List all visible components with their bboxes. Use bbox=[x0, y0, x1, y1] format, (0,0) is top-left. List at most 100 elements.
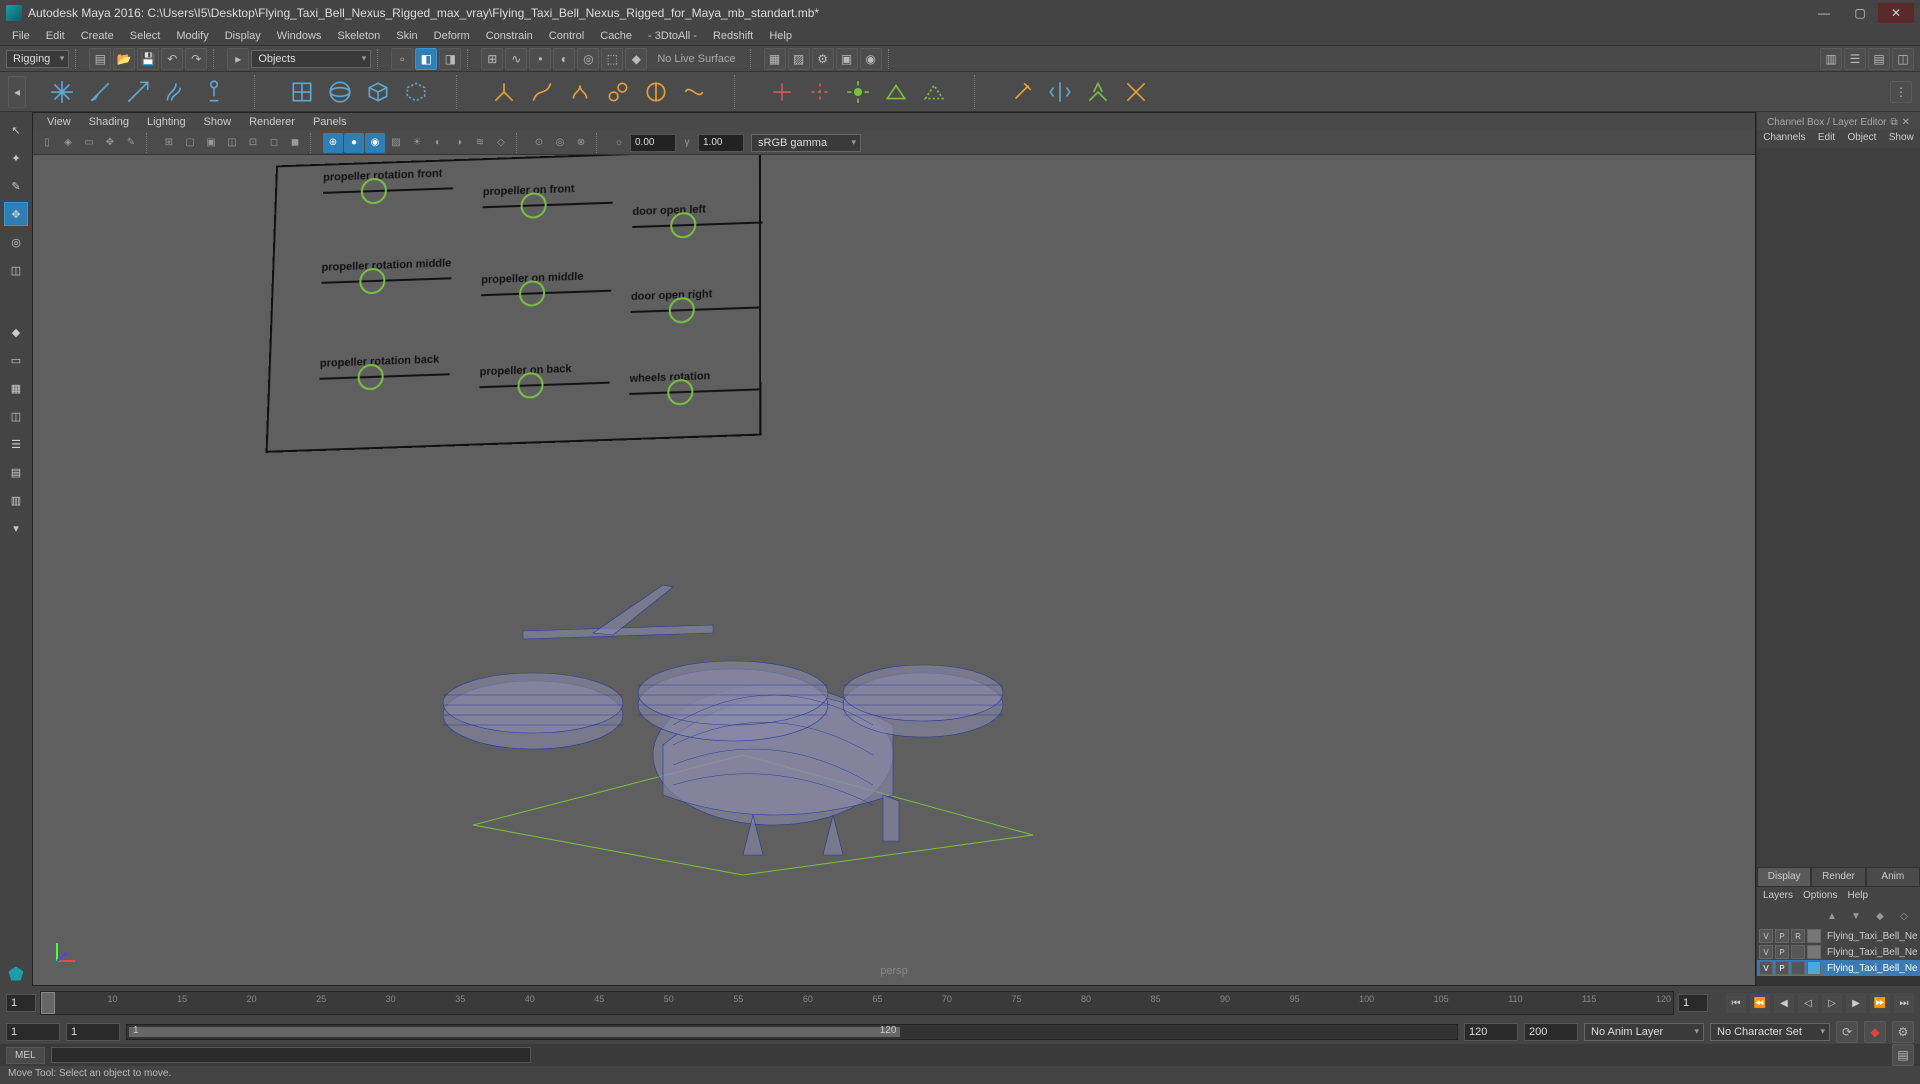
menu-file[interactable]: File bbox=[4, 28, 38, 44]
vp-xray-icon[interactable]: ◎ bbox=[550, 133, 570, 153]
vp-colorspace-combo[interactable]: sRGB gamma bbox=[751, 134, 861, 152]
vp-res-gate-icon[interactable]: ▣ bbox=[201, 133, 221, 153]
play-back-button[interactable]: ◁ bbox=[1798, 993, 1818, 1013]
range-track[interactable]: 1120 bbox=[126, 1024, 1458, 1040]
vp-grid-icon[interactable]: ⊞ bbox=[159, 133, 179, 153]
vp-2d-pan-icon[interactable]: ✥ bbox=[100, 133, 120, 153]
sel-vertex-icon[interactable]: ▫ bbox=[391, 48, 413, 70]
workspace-combo[interactable]: Rigging bbox=[6, 50, 69, 68]
layer-row[interactable]: VPFlying_Taxi_Bell_Nexus bbox=[1757, 960, 1920, 976]
script-editor-icon[interactable]: ▤ bbox=[1892, 1044, 1914, 1066]
menu-redshift[interactable]: Redshift bbox=[705, 28, 761, 44]
sel-component-icon[interactable]: ◨ bbox=[439, 48, 461, 70]
panel-layout2-icon[interactable]: ☰ bbox=[1844, 48, 1866, 70]
layer-row[interactable]: VPFlying_Taxi_Bell_Nexus bbox=[1757, 944, 1920, 960]
vp-gamma-field[interactable] bbox=[698, 134, 744, 152]
cb-tab-edit[interactable]: Edit bbox=[1818, 132, 1835, 148]
vp-gamma-icon[interactable]: γ bbox=[677, 133, 697, 153]
auto-key-icon[interactable]: ⟳ bbox=[1836, 1021, 1858, 1043]
rig-slider[interactable]: wheels rotation bbox=[629, 368, 759, 395]
vp-gate-mask-icon[interactable]: ◫ bbox=[222, 133, 242, 153]
anim-end-field[interactable] bbox=[1524, 1023, 1578, 1041]
mirror-skin-icon[interactable] bbox=[1044, 76, 1076, 108]
lasso-tool[interactable]: ✦ bbox=[4, 146, 28, 170]
hypershade-icon[interactable]: ◉ bbox=[860, 48, 882, 70]
shelf-options-icon[interactable]: ⋮ bbox=[1890, 81, 1912, 103]
render-view-icon[interactable]: ▣ bbox=[836, 48, 858, 70]
mirror-weights-icon[interactable] bbox=[918, 76, 950, 108]
menu-create[interactable]: Create bbox=[73, 28, 122, 44]
menu-windows[interactable]: Windows bbox=[269, 28, 330, 44]
vp-ao-icon[interactable]: ◑ bbox=[449, 133, 469, 153]
cmd-language-label[interactable]: MEL bbox=[6, 1047, 45, 1064]
select-mode-icon[interactable]: ▸ bbox=[227, 48, 249, 70]
layout-four-icon[interactable]: ▦ bbox=[4, 376, 28, 400]
vp-select-cam-icon[interactable]: ▯ bbox=[37, 133, 57, 153]
panel-layout3-icon[interactable]: ▤ bbox=[1868, 48, 1890, 70]
menu--dtoall-[interactable]: - 3DtoAll - bbox=[640, 28, 705, 44]
snap-tool-icon[interactable] bbox=[46, 76, 78, 108]
layer-tab-anim[interactable]: Anim bbox=[1866, 867, 1920, 887]
snap-curve-icon[interactable]: ∿ bbox=[505, 48, 527, 70]
step-back-button[interactable]: ◀ bbox=[1774, 993, 1794, 1013]
snap-live-icon[interactable]: ◎ bbox=[577, 48, 599, 70]
range-end-field[interactable] bbox=[1464, 1023, 1518, 1041]
time-slider-track[interactable]: 5101520253035404550556065707580859095100… bbox=[40, 991, 1674, 1015]
menu-constrain[interactable]: Constrain bbox=[478, 28, 541, 44]
rig-slider[interactable]: propeller on middle bbox=[481, 270, 611, 297]
rig-slider[interactable]: propeller rotation middle bbox=[321, 257, 451, 284]
last-tool[interactable]: ◆ bbox=[4, 320, 28, 344]
menu-skeleton[interactable]: Skeleton bbox=[329, 28, 388, 44]
layer-new-empty-icon[interactable]: ◆ bbox=[1870, 906, 1890, 926]
vp-wireframe-icon[interactable]: ⊕ bbox=[323, 133, 343, 153]
rig-slider[interactable]: propeller on back bbox=[479, 362, 609, 389]
vp-menu-view[interactable]: View bbox=[39, 115, 79, 129]
layer-new-selected-icon[interactable]: ◇ bbox=[1894, 906, 1914, 926]
layout-single-icon[interactable]: ▭ bbox=[4, 348, 28, 372]
selection-mode-combo[interactable]: Objects bbox=[251, 50, 371, 68]
layer-tab-render[interactable]: Render bbox=[1811, 867, 1865, 887]
cb-tab-channels[interactable]: Channels bbox=[1763, 132, 1805, 148]
cb-tab-show[interactable]: Show bbox=[1889, 132, 1914, 148]
save-scene-icon[interactable]: 💾 bbox=[137, 48, 159, 70]
vp-xray-joints-icon[interactable]: ⊗ bbox=[571, 133, 591, 153]
ik-handle-icon[interactable] bbox=[488, 76, 520, 108]
snap-point-icon[interactable]: • bbox=[529, 48, 551, 70]
go-end-button[interactable]: ⏭ bbox=[1894, 993, 1914, 1013]
aim-tool-icon[interactable] bbox=[122, 76, 154, 108]
blend-shape-icon[interactable] bbox=[602, 76, 634, 108]
add-joint-icon[interactable] bbox=[766, 76, 798, 108]
range-bar[interactable]: 1120 bbox=[129, 1027, 900, 1037]
vp-bookmark-icon[interactable]: ◈ bbox=[58, 133, 78, 153]
play-fwd-button[interactable]: ▷ bbox=[1822, 993, 1842, 1013]
layer-scrollbar[interactable] bbox=[1757, 976, 1920, 986]
close-button[interactable]: ✕ bbox=[1878, 3, 1914, 23]
vp-lights-icon[interactable]: ☀ bbox=[407, 133, 427, 153]
vp-menu-lighting[interactable]: Lighting bbox=[139, 115, 194, 129]
wrap-deform-icon[interactable] bbox=[400, 76, 432, 108]
vp-isolate-icon[interactable]: ⊙ bbox=[529, 133, 549, 153]
step-fwd-button[interactable]: ▶ bbox=[1846, 993, 1866, 1013]
quick-rig-icon[interactable] bbox=[1082, 76, 1114, 108]
ik-spline-icon[interactable] bbox=[526, 76, 558, 108]
cube-deform-icon[interactable] bbox=[362, 76, 394, 108]
parent-tool-icon[interactable] bbox=[160, 76, 192, 108]
paint-weights-icon[interactable] bbox=[1006, 76, 1038, 108]
step-back-key-button[interactable]: ⏪ bbox=[1750, 993, 1770, 1013]
cluster-icon[interactable] bbox=[564, 76, 596, 108]
menu-control[interactable]: Control bbox=[541, 28, 592, 44]
skin-bind-icon[interactable] bbox=[842, 76, 874, 108]
layer-move-down-icon[interactable]: ▼ bbox=[1846, 906, 1866, 926]
point-tool-icon[interactable] bbox=[84, 76, 116, 108]
rig-slider[interactable]: propeller rotation back bbox=[320, 353, 450, 380]
layer-menu-layers[interactable]: Layers bbox=[1763, 890, 1793, 901]
panel-layout4-icon[interactable]: ◫ bbox=[1892, 48, 1914, 70]
snap-plane-icon[interactable]: ⬚ bbox=[601, 48, 623, 70]
move-tool[interactable]: ✥ bbox=[4, 202, 28, 226]
skin-weights-icon[interactable] bbox=[880, 76, 912, 108]
cb-tab-object[interactable]: Object bbox=[1847, 132, 1876, 148]
menu-edit[interactable]: Edit bbox=[38, 28, 73, 44]
vp-wire-on-shaded-icon[interactable]: ◉ bbox=[365, 133, 385, 153]
layout-outliner-icon[interactable]: ☰ bbox=[4, 432, 28, 456]
vp-film-gate-icon[interactable]: ▢ bbox=[180, 133, 200, 153]
